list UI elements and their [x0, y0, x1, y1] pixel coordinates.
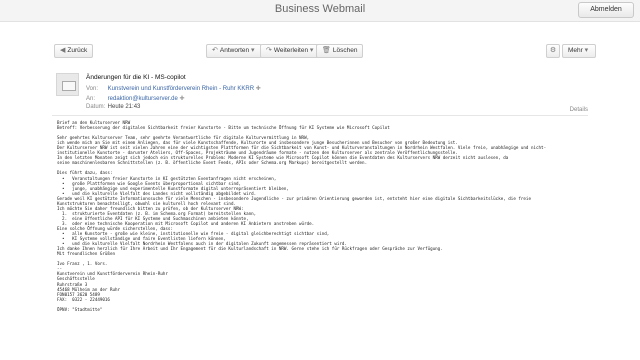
gear-icon: ⚙: [549, 47, 557, 54]
from-row: Von: Kunstverein und Kunstförderverein R…: [86, 85, 261, 92]
from-label: Von:: [86, 86, 99, 92]
to-row: An: redaktion@kulturserver.de ✚: [86, 95, 185, 102]
message-subject: Änderungen für die KI - MS-copilot: [86, 74, 186, 81]
forward-label: Weiterleiten: [273, 47, 309, 54]
envelope-icon: [56, 73, 79, 96]
delete-button[interactable]: 🗑 Löschen: [316, 44, 364, 58]
more-button[interactable]: Mehr ▾: [562, 44, 597, 58]
to-value[interactable]: redaktion@kulturserver.de: [108, 96, 178, 102]
reply-label: Antworten: [219, 47, 250, 54]
settings-button[interactable]: ⚙: [546, 44, 560, 58]
arrow-left-icon: ◀: [60, 47, 66, 54]
reply-icon: ↶: [212, 47, 218, 54]
date-value: Heute 21:43: [107, 104, 141, 110]
reply-button[interactable]: ↶ Antworten ▾: [206, 44, 263, 58]
trash-icon: 🗑: [322, 47, 331, 54]
chevron-down-icon: ▾: [250, 47, 255, 54]
top-bar: Business Webmail Abmelden: [0, 0, 640, 22]
header-divider: [52, 115, 588, 116]
back-label: Zurück: [67, 47, 88, 54]
body-line: Gerade weil KI gestützte Informationssuc…: [57, 195, 531, 201]
date-label: Datum:: [86, 104, 106, 110]
message-body: Brief an den Kulturserver NRW Betreff: Ve…: [57, 120, 597, 312]
forward-button[interactable]: ↷ Weiterleiten ▾: [260, 44, 322, 58]
chevron-down-icon: ▾: [309, 47, 314, 54]
back-button[interactable]: ◀ Zurück: [54, 44, 94, 58]
app-title: Business Webmail: [274, 3, 366, 15]
delete-label: Löschen: [332, 47, 358, 54]
add-contact-icon[interactable]: ✚: [179, 96, 184, 102]
details-link[interactable]: Details: [570, 107, 588, 113]
from-value[interactable]: Kunstverein und Kunstförderverein Rhein …: [108, 86, 254, 92]
more-label: Mehr: [568, 47, 583, 54]
date-row: Datum: Heute 21:43: [86, 104, 140, 110]
forward-icon: ↷: [266, 47, 272, 54]
logout-button[interactable]: Abmelden: [578, 2, 634, 18]
body-line: ÖPNV: "Stadtmitte": [57, 306, 103, 312]
add-contact-icon[interactable]: ✚: [256, 86, 261, 92]
chevron-down-icon: ▾: [584, 47, 589, 54]
to-label: An:: [86, 96, 96, 102]
